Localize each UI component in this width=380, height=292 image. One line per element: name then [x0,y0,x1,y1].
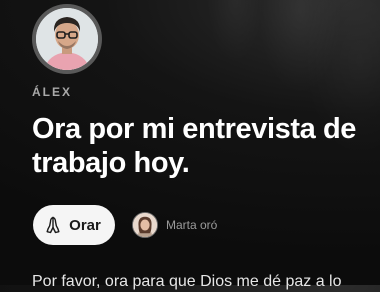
author-photo [36,8,98,70]
author-avatar[interactable] [32,4,102,74]
author-name: ÁLEX [32,85,73,99]
pray-button[interactable]: Orar [33,205,115,245]
prayed-by: Marta oró [132,212,217,238]
pray-button-label: Orar [69,216,101,234]
praying-hands-icon [43,215,63,235]
post-title: Ora por mi entrevista de trabajo hoy. [32,113,357,179]
prayed-by-text: Marta oró [166,218,218,232]
post-body: Por favor, ora para que Dios me dé paz a… [32,273,342,290]
prayer-avatar [132,212,158,238]
